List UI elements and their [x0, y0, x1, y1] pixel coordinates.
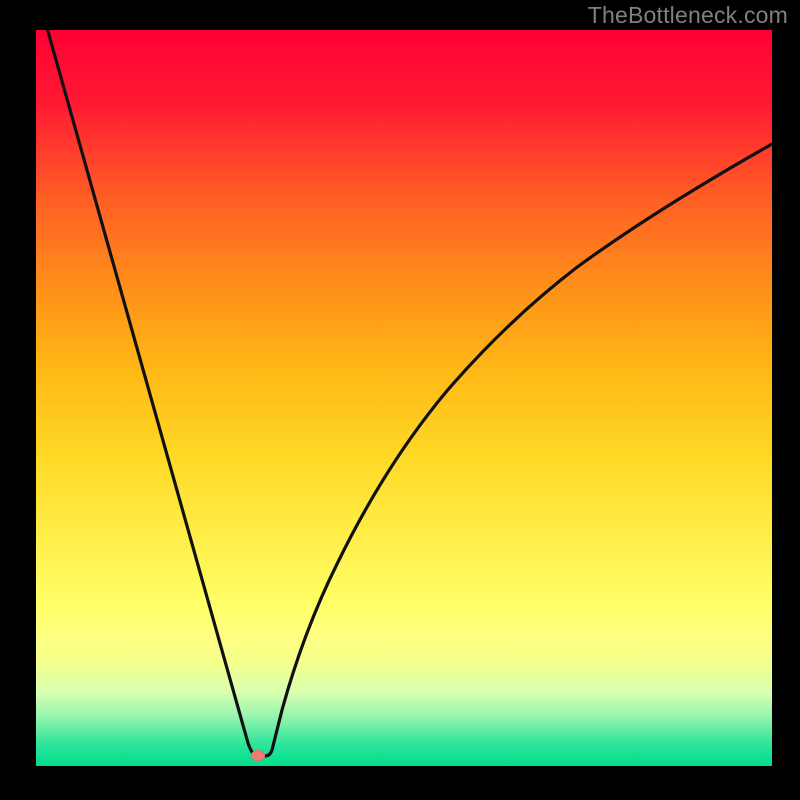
bottleneck-curve	[36, 30, 772, 766]
watermark-text: TheBottleneck.com	[588, 2, 788, 29]
curve-path	[42, 30, 772, 756]
minimum-marker	[251, 750, 265, 761]
plot-area	[36, 30, 772, 766]
chart-frame: TheBottleneck.com	[0, 0, 800, 800]
